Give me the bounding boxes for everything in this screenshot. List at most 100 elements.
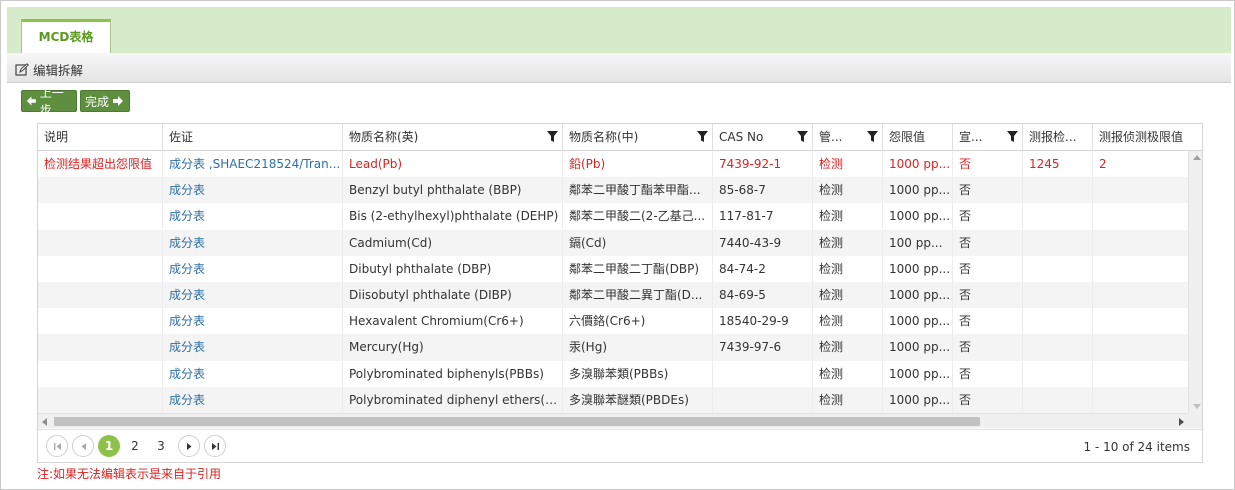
table-row[interactable]: 成分表 Polybrominated biphenyls(PBBs) 多溴聯苯類(P… [38, 360, 1188, 387]
scroll-down-icon[interactable] [1193, 404, 1201, 409]
column-header-label: 管... [819, 130, 843, 144]
column-header[interactable]: 佐证 [162, 124, 342, 151]
column-header-label: CAS No [719, 130, 764, 144]
filter-icon[interactable] [547, 131, 558, 142]
table-cell [38, 230, 162, 256]
table-cell: 1000 pp... [882, 334, 952, 361]
table-cell [1092, 282, 1188, 308]
table-cell [38, 308, 162, 334]
table-cell: 84-69-5 [712, 282, 812, 308]
evidence-link[interactable]: 成分表 [162, 177, 342, 204]
table-cell: 85-68-7 [712, 177, 812, 204]
page-number-button[interactable]: 1 [98, 435, 120, 457]
column-header[interactable]: 物质名称(英) [342, 124, 562, 151]
evidence-link[interactable]: 成分表 [162, 203, 342, 230]
column-header[interactable]: CAS No [712, 124, 812, 151]
edit-breakdown-label: 编辑拆解 [33, 63, 84, 78]
evidence-link[interactable]: 成分表 [162, 360, 342, 387]
evidence-link[interactable]: 成分表 ,SHAEC218524/Tran... [162, 151, 342, 177]
table-cell: 7439-92-1 [712, 151, 812, 177]
table-cell [1022, 308, 1092, 335]
table-cell: 1245 [1022, 151, 1092, 177]
column-header[interactable]: 测报检... [1022, 124, 1092, 151]
table-cell: 1000 pp... [882, 308, 952, 335]
table-cell [38, 334, 162, 360]
table-row[interactable]: 成分表 Bis (2-ethylhexyl)phthalate (DEHP) 鄰苯二… [38, 203, 1188, 230]
scroll-up-icon[interactable] [1193, 155, 1201, 160]
table-cell: 多溴聯苯類(PBBs) [562, 360, 712, 387]
table-cell: 鉛(Pb) [562, 151, 712, 177]
column-header[interactable]: 物质名称(中) [562, 124, 712, 151]
table-row[interactable]: 检测结果超出怨限值 成分表 ,SHAEC218524/Tran... Lead(Pb… [38, 151, 1188, 177]
next-page-icon [186, 442, 191, 450]
table-cell [1022, 386, 1092, 413]
table-cell: Bis (2-ethylhexyl)phthalate (DEHP) [342, 203, 562, 230]
table-cell [1022, 229, 1092, 256]
evidence-link[interactable]: 成分表 [162, 386, 342, 413]
column-header[interactable]: 管... [812, 124, 882, 151]
last-page-button[interactable] [204, 435, 226, 457]
table-row[interactable]: 成分表 Cadmium(Cd) 鎘(Cd) 7440-43-9 检测 100 pp... 否 [38, 229, 1188, 256]
table-cell: 检测 [812, 255, 882, 282]
column-header[interactable]: 测报侦测极限值 [1092, 124, 1202, 151]
column-header-label: 测报检... [1029, 130, 1077, 144]
table-cell: 100 pp... [882, 229, 952, 256]
arrow-left-icon [26, 96, 36, 106]
app-frame: MCD表格 编辑拆解 上一步 完成 说明 佐证 物质名称(英) 物质名称(中) CAS … [0, 0, 1235, 490]
edit-icon [15, 62, 29, 76]
tab-strip: MCD表格 [7, 7, 1231, 53]
filter-icon[interactable] [1007, 131, 1018, 142]
scroll-left-icon[interactable] [42, 418, 47, 426]
table-cell: 否 [952, 308, 1022, 335]
prev-step-button[interactable]: 上一步 [21, 86, 77, 117]
table-cell: 1000 pp... [882, 151, 952, 177]
first-page-icon [53, 442, 61, 450]
column-header[interactable]: 说明 [38, 124, 162, 151]
table-row[interactable]: 成分表 Dibutyl phthalate (DBP) 鄰苯二甲酸二丁酯(DBP) 8… [38, 255, 1188, 282]
column-header-label: 测报侦测极限值 [1099, 130, 1184, 144]
filter-icon[interactable] [797, 131, 808, 142]
table-row[interactable]: 成分表 Mercury(Hg) 汞(Hg) 7439-97-6 检测 1000 pp...… [38, 334, 1188, 361]
evidence-link[interactable]: 成分表 [162, 308, 342, 335]
tab-mcd-table[interactable]: MCD表格 [21, 19, 111, 53]
evidence-link[interactable]: 成分表 [162, 334, 342, 361]
table-cell: 检测 [812, 360, 882, 387]
table-cell [1022, 203, 1092, 230]
table-cell: Hexavalent Chromium(Cr6+) [342, 308, 562, 335]
pager: 123 1 - 10 of 24 items [38, 429, 1202, 462]
panel-header: 编辑拆解 [7, 53, 1231, 83]
filter-icon[interactable] [867, 131, 878, 142]
table-row[interactable]: 成分表 Hexavalent Chromium(Cr6+) 六價鉻(Cr6+) 185… [38, 308, 1188, 335]
scroll-thumb[interactable] [54, 417, 980, 426]
done-button[interactable]: 完成 [80, 90, 130, 112]
vertical-scrollbar[interactable] [1188, 151, 1202, 413]
table-cell: 7440-43-9 [712, 229, 812, 256]
scroll-right-icon[interactable] [1179, 418, 1184, 426]
evidence-link[interactable]: 成分表 [162, 229, 342, 256]
table-cell: Polybrominated biphenyls(PBBs) [342, 360, 562, 387]
page-number-button[interactable]: 2 [124, 435, 146, 457]
filter-icon[interactable] [697, 131, 708, 142]
evidence-link[interactable]: 成分表 [162, 282, 342, 308]
column-header[interactable]: 怨限值 [882, 124, 952, 151]
table-cell: 1000 pp... [882, 255, 952, 282]
first-page-button[interactable] [46, 435, 68, 457]
table-cell: 否 [952, 255, 1022, 282]
table-cell: 鄰苯二甲酸二異丁酯(D... [562, 282, 712, 308]
column-header[interactable]: 宣... [952, 124, 1022, 151]
pager-info: 1 - 10 of 24 items [1083, 440, 1190, 454]
horizontal-scrollbar[interactable] [38, 413, 1188, 428]
column-header-label: 怨限值 [889, 130, 926, 144]
table-cell: 1000 pp... [882, 360, 952, 387]
evidence-link[interactable]: 成分表 [162, 255, 342, 282]
next-page-button[interactable] [178, 435, 200, 457]
page-number-button[interactable]: 3 [150, 435, 172, 457]
table-cell [1092, 308, 1188, 335]
prev-page-button[interactable] [72, 435, 94, 457]
table-row[interactable]: 成分表 Polybrominated diphenyl ethers(PB... 多… [38, 386, 1188, 413]
table-row[interactable]: 成分表 Benzyl butyl phthalate (BBP) 鄰苯二甲酸丁酯苯甲… [38, 177, 1188, 204]
table-row[interactable]: 成分表 Diisobutyl phthalate (DIBP) 鄰苯二甲酸二異丁酯(… [38, 282, 1188, 309]
column-header-label: 物质名称(中) [569, 130, 639, 144]
table-cell [1092, 177, 1188, 204]
column-header-label: 说明 [44, 130, 69, 144]
